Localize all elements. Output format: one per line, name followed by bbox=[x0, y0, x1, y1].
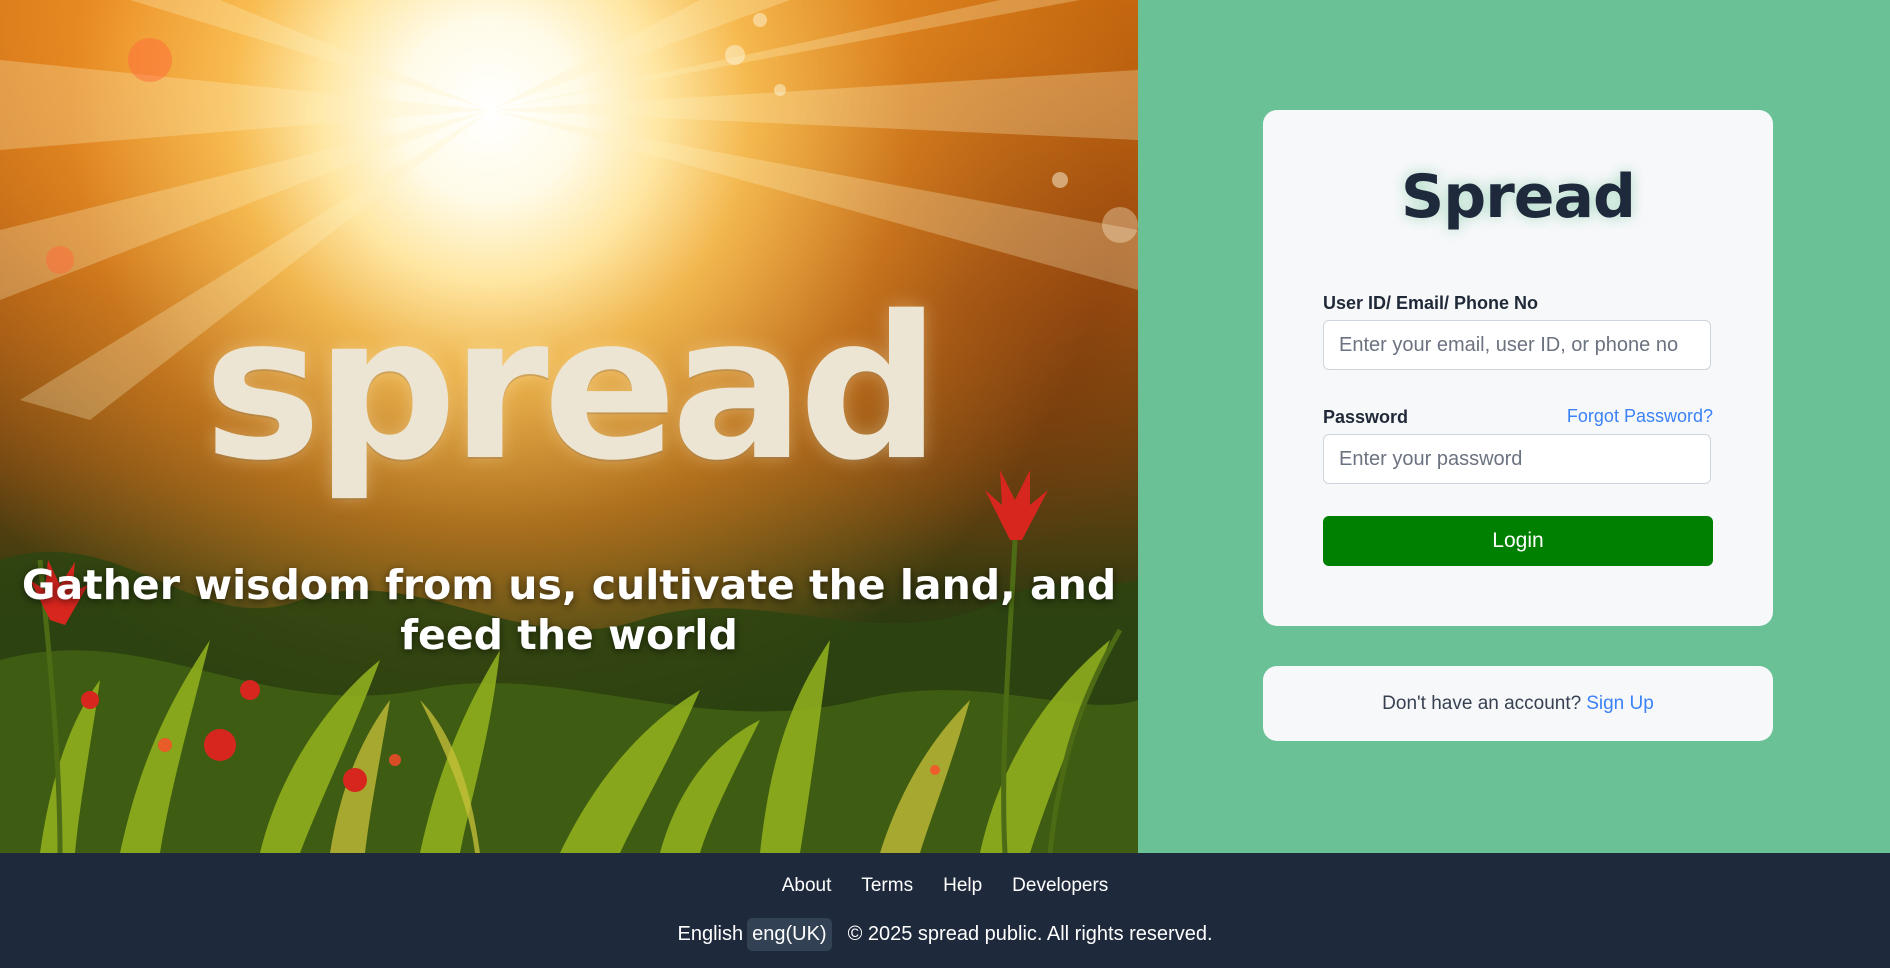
password-input[interactable] bbox=[1323, 434, 1711, 484]
signup-prompt: Don't have an account? bbox=[1382, 692, 1582, 714]
login-card: Spread User ID/ Email/ Phone No Password… bbox=[1263, 110, 1773, 626]
forgot-password-link[interactable]: Forgot Password? bbox=[1567, 406, 1713, 427]
signup-link[interactable]: Sign Up bbox=[1586, 693, 1654, 715]
hero-tagline: Gather wisdom from us, cultivate the lan… bbox=[21, 561, 1117, 659]
hero-image: spread Gather wisdom from us, cultivate … bbox=[0, 0, 1138, 853]
footer-links: About Terms Help Developers bbox=[0, 875, 1890, 897]
footer: About Terms Help Developers English eng(… bbox=[0, 853, 1890, 968]
language-label: English bbox=[677, 923, 744, 945]
login-panel: Spread User ID/ Email/ Phone No Password… bbox=[1138, 0, 1890, 853]
language-select[interactable]: eng(UK) bbox=[747, 918, 832, 951]
signup-card: Don't have an account? Sign Up bbox=[1263, 666, 1773, 741]
user-id-input[interactable] bbox=[1323, 320, 1711, 370]
footer-link-about[interactable]: About bbox=[782, 875, 832, 897]
brand-title: Spread bbox=[1401, 162, 1636, 232]
password-label: Password bbox=[1323, 407, 1409, 427]
hero-wordmark: spread bbox=[203, 273, 941, 504]
copyright-text: © 2025 spread public. All rights reserve… bbox=[847, 923, 1213, 945]
footer-link-terms[interactable]: Terms bbox=[861, 875, 913, 897]
language-selector[interactable]: English eng(UK) bbox=[677, 918, 832, 951]
footer-link-developers[interactable]: Developers bbox=[1012, 875, 1108, 897]
footer-bottom: English eng(UK) © 2025 spread public. Al… bbox=[0, 918, 1890, 951]
login-button[interactable]: Login bbox=[1323, 516, 1713, 566]
footer-link-help[interactable]: Help bbox=[943, 875, 982, 897]
user-id-label: User ID/ Email/ Phone No bbox=[1323, 293, 1539, 313]
